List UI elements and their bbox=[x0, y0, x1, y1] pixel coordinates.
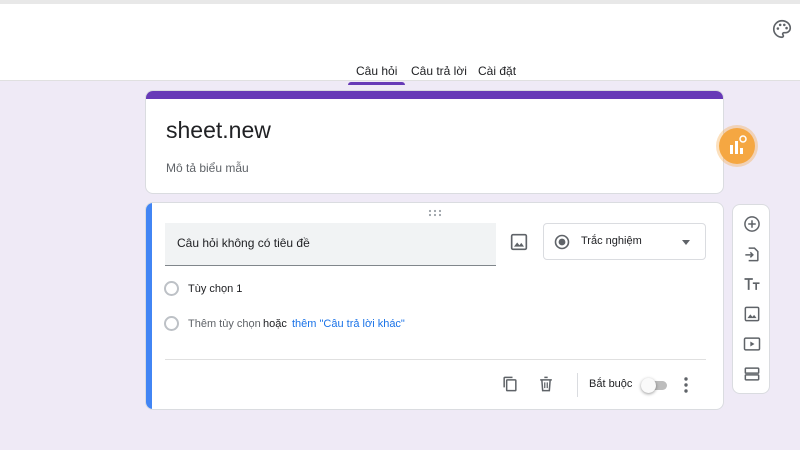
required-toggle[interactable] bbox=[641, 378, 669, 393]
footer-separator bbox=[577, 373, 578, 397]
add-image-icon[interactable] bbox=[742, 304, 762, 324]
form-description-field[interactable]: Mô tả biểu mẫu bbox=[166, 161, 249, 175]
import-questions-icon[interactable] bbox=[742, 244, 762, 264]
tab-questions[interactable]: Câu hỏi bbox=[347, 62, 406, 86]
add-section-icon[interactable] bbox=[742, 364, 762, 384]
radio-circle-icon bbox=[164, 281, 179, 296]
floating-toolbar bbox=[732, 204, 770, 394]
trash-icon[interactable] bbox=[536, 374, 556, 394]
chevron-down-icon bbox=[682, 240, 690, 245]
image-icon[interactable] bbox=[508, 231, 530, 253]
form-title[interactable]: sheet.new bbox=[166, 117, 271, 144]
radio-circle-icon bbox=[164, 316, 179, 331]
duplicate-icon[interactable] bbox=[500, 374, 520, 394]
radio-button-icon bbox=[554, 234, 570, 250]
add-other-link[interactable]: thêm "Câu trả lời khác" bbox=[292, 318, 405, 330]
tab-bar: Câu hỏi Câu trả lời Cài đặt bbox=[0, 62, 800, 86]
question-title-input[interactable]: Câu hỏi không có tiêu đề bbox=[165, 223, 496, 266]
footer-divider bbox=[165, 359, 706, 360]
form-header: Câu hỏi Câu trả lời Cài đặt bbox=[0, 4, 800, 85]
question-type-dropdown[interactable]: Trắc nghiệm bbox=[543, 223, 706, 260]
drag-handle-icon[interactable] bbox=[428, 209, 442, 217]
form-title-card: sheet.new Mô tả biểu mẫu bbox=[145, 90, 724, 194]
question-card[interactable]: Câu hỏi không có tiêu đề Trắc nghiệm Tùy… bbox=[145, 202, 724, 410]
question-type-label: Trắc nghiệm bbox=[581, 235, 642, 247]
tab-settings[interactable]: Cài đặt bbox=[478, 62, 516, 86]
toggle-knob bbox=[641, 378, 656, 393]
more-vert-icon[interactable] bbox=[678, 374, 694, 396]
add-video-icon[interactable] bbox=[742, 334, 762, 354]
active-card-indicator bbox=[146, 203, 152, 409]
or-label: hoặc bbox=[263, 318, 287, 330]
floating-extension-icon[interactable] bbox=[719, 128, 755, 164]
required-label: Bắt buộc bbox=[589, 378, 633, 390]
add-title-icon[interactable] bbox=[742, 274, 762, 294]
form-accent-bar bbox=[146, 91, 723, 99]
add-option-link[interactable]: Thêm tùy chọn bbox=[188, 318, 261, 330]
option-label[interactable]: Tùy chọn 1 bbox=[188, 283, 242, 295]
tab-responses[interactable]: Câu trả lời bbox=[411, 62, 467, 86]
palette-icon[interactable] bbox=[771, 18, 793, 40]
chart-icon bbox=[730, 135, 747, 154]
add-question-icon[interactable] bbox=[742, 214, 762, 234]
